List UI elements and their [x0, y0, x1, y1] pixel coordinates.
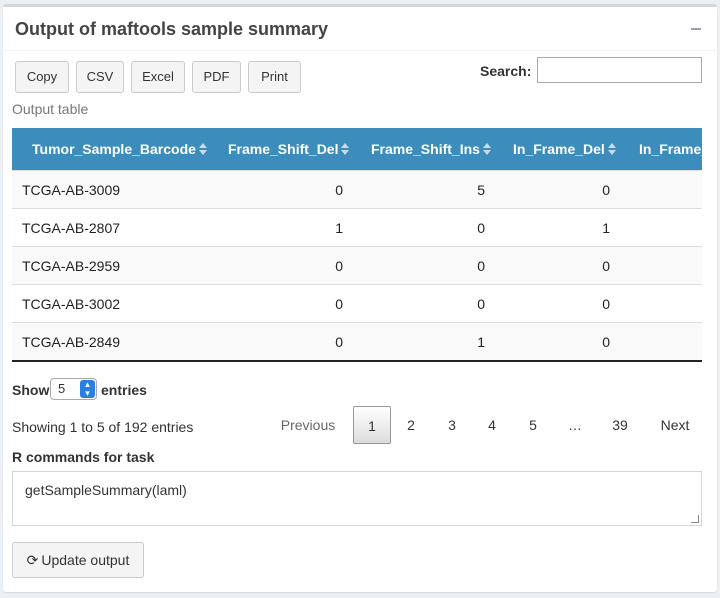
- resize-handle-icon[interactable]: [691, 515, 699, 523]
- minus-icon: [691, 28, 701, 30]
- cell-frame-shift-del: 0: [335, 334, 343, 350]
- sort-icon: [198, 143, 207, 156]
- column-header-tumor-sample-barcode[interactable]: Tumor_Sample_Barcode: [32, 128, 207, 170]
- table-caption: Output table: [12, 101, 89, 117]
- show-label: Show: [12, 382, 50, 398]
- r-commands-code: getSampleSummary(laml): [25, 482, 187, 498]
- search-input[interactable]: [537, 57, 702, 83]
- pagination-page-4[interactable]: 4: [477, 406, 507, 444]
- pagination-page-5[interactable]: 5: [518, 406, 548, 444]
- copy-button[interactable]: Copy: [15, 61, 69, 93]
- cell-in-frame-del: 1: [602, 220, 610, 236]
- table-row: TCGA-AB-3002 0 0 0: [12, 284, 702, 322]
- table-header: Tumor_Sample_Barcode Frame_Shift_Del Fra…: [12, 128, 702, 170]
- pagination-page-3[interactable]: 3: [437, 406, 467, 444]
- collapse-button[interactable]: [689, 17, 705, 37]
- search-label: Search:: [480, 63, 532, 79]
- cell-in-frame-del: 0: [602, 258, 610, 274]
- cell-frame-shift-del: 0: [335, 182, 343, 198]
- pagination-page-2[interactable]: 2: [396, 406, 426, 444]
- cell-frame-shift-ins: 0: [477, 296, 485, 312]
- entries-label: entries: [101, 382, 147, 398]
- update-output-label: Update output: [41, 552, 130, 568]
- chevron-up-down-icon: ▴ ▾: [80, 380, 95, 398]
- column-header-frame-shift-del[interactable]: Frame_Shift_Del: [228, 128, 350, 170]
- cell-barcode: TCGA-AB-3002: [22, 296, 121, 312]
- pagination-page-1[interactable]: 1: [353, 406, 391, 444]
- table-row: TCGA-AB-3009 0 5 0: [12, 170, 702, 208]
- sort-icon: [341, 143, 350, 156]
- refresh-icon: ⟳: [26, 552, 39, 568]
- box-header: Output of maftools sample summary: [3, 7, 717, 51]
- cell-barcode: TCGA-AB-3009: [22, 182, 121, 198]
- cell-frame-shift-del: 1: [335, 220, 343, 236]
- cell-frame-shift-del: 0: [335, 258, 343, 274]
- pdf-button[interactable]: PDF: [192, 61, 241, 93]
- pagination-next[interactable]: Next: [654, 406, 696, 444]
- csv-button[interactable]: CSV: [76, 61, 124, 93]
- cell-barcode: TCGA-AB-2849: [22, 334, 121, 350]
- cell-frame-shift-ins: 0: [477, 220, 485, 236]
- cell-barcode: TCGA-AB-2959: [22, 258, 121, 274]
- entries-select-value: 5: [58, 381, 66, 396]
- pagination-page-39[interactable]: 39: [604, 406, 636, 444]
- cell-in-frame-del: 0: [602, 182, 610, 198]
- table-row: TCGA-AB-2807 1 0 1: [12, 208, 702, 246]
- table-row: TCGA-AB-2849 0 1 0: [12, 322, 702, 360]
- sort-icon: [607, 143, 616, 156]
- pagination-previous[interactable]: Previous: [276, 406, 340, 444]
- cell-in-frame-del: 0: [602, 296, 610, 312]
- update-output-button[interactable]: ⟳ Update output: [12, 542, 144, 578]
- r-commands-textarea[interactable]: getSampleSummary(laml): [12, 471, 702, 526]
- cell-frame-shift-del: 0: [335, 296, 343, 312]
- cell-in-frame-del: 0: [602, 334, 610, 350]
- table-row: TCGA-AB-2959 0 0 0: [12, 246, 702, 284]
- box-title: Output of maftools sample summary: [15, 19, 329, 39]
- table-info: Showing 1 to 5 of 192 entries: [12, 419, 194, 435]
- excel-button[interactable]: Excel: [131, 61, 185, 93]
- cell-frame-shift-ins: 5: [477, 182, 485, 198]
- entries-select[interactable]: 5 ▴ ▾: [50, 378, 97, 400]
- cell-frame-shift-ins: 0: [477, 258, 485, 274]
- column-header-frame-shift-ins[interactable]: Frame_Shift_Ins: [371, 128, 491, 170]
- column-header-in-frame-del[interactable]: In_Frame_Del: [513, 128, 616, 170]
- sort-icon: [482, 143, 491, 156]
- column-header-in-frame-ins[interactable]: In_Frame_: [639, 128, 702, 170]
- pagination-ellipsis: …: [568, 417, 582, 433]
- output-table: Tumor_Sample_Barcode Frame_Shift_Del Fra…: [12, 128, 702, 362]
- cell-frame-shift-ins: 1: [477, 334, 485, 350]
- r-commands-label: R commands for task: [12, 449, 155, 465]
- print-button[interactable]: Print: [248, 61, 301, 93]
- cell-barcode: TCGA-AB-2807: [22, 220, 121, 236]
